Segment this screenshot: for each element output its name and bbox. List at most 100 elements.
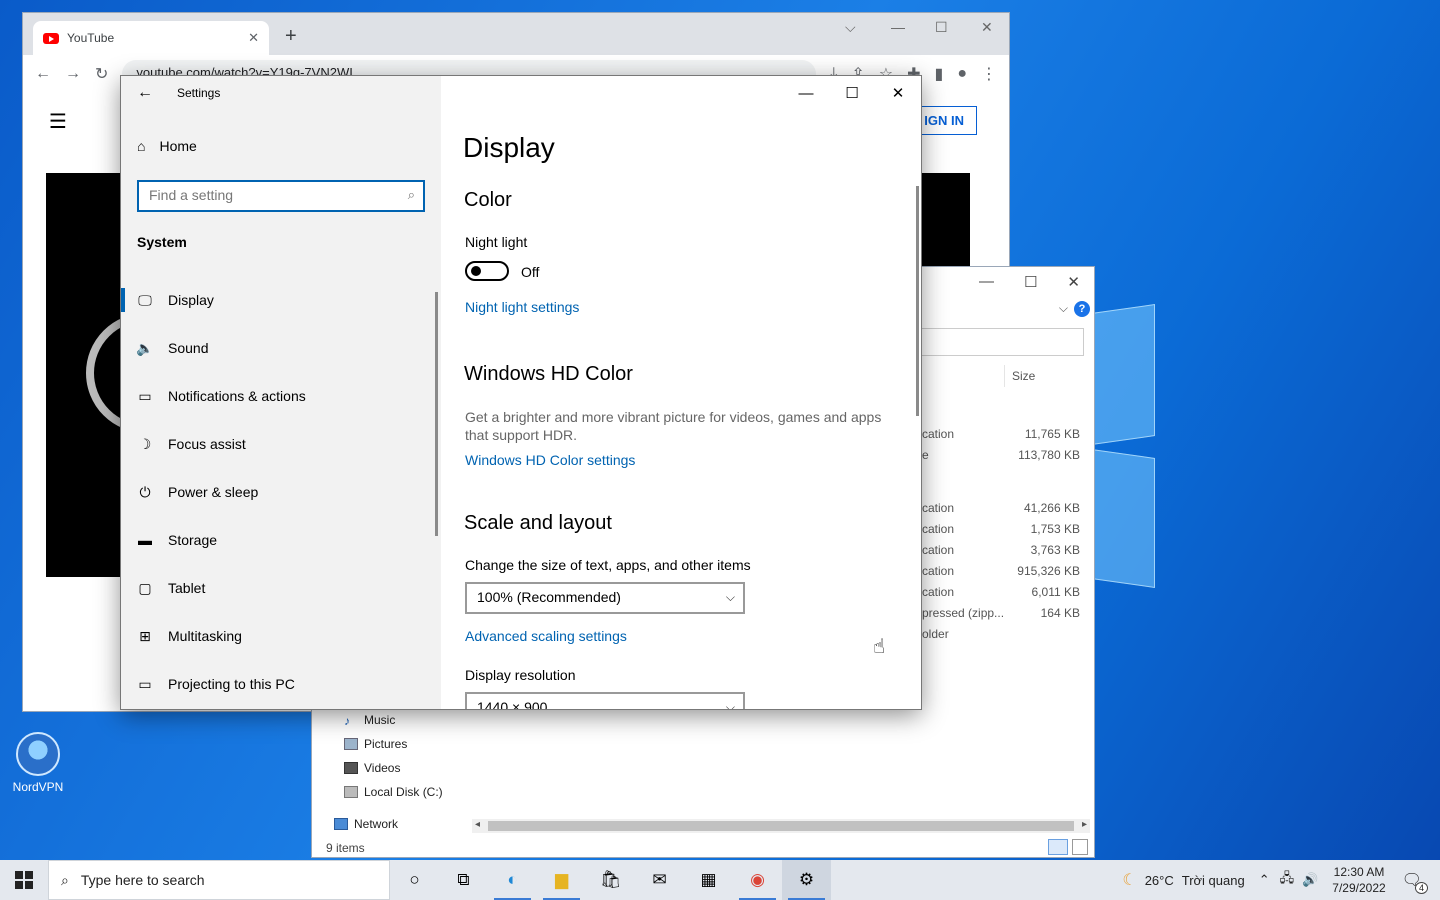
nav-item-music[interactable]: ♪ Music xyxy=(344,713,395,728)
new-tab-button[interactable]: + xyxy=(285,25,297,48)
ribbon-expand-chevron-icon[interactable]: ⌵ xyxy=(1059,301,1068,316)
moon-icon: ☽ xyxy=(138,435,152,452)
chrome-minimize-icon[interactable]: — xyxy=(891,19,905,35)
chrome-icon[interactable]: ◉ xyxy=(733,860,782,900)
scale-layout-header: Scale and layout xyxy=(464,512,612,534)
hd-color-description: Get a brighter and more vibrant picture … xyxy=(465,409,882,443)
chrome-close-icon[interactable]: ✕ xyxy=(981,19,993,36)
sidebar-item-focus-assist[interactable]: ☽ Focus assist xyxy=(121,420,441,468)
resolution-label: Display resolution xyxy=(465,667,576,683)
nav-home[interactable]: ⌂ Home xyxy=(137,138,197,154)
chrome-menu-icon[interactable]: ⋮ xyxy=(981,64,997,84)
clock[interactable]: 12:30 AM 7/29/2022 xyxy=(1332,864,1385,896)
find-setting-input[interactable]: Find a setting ⌕ xyxy=(137,180,425,212)
videos-icon xyxy=(344,762,358,774)
explorer-search-input[interactable] xyxy=(912,328,1084,356)
weather-moon-icon[interactable]: ☾ xyxy=(1122,870,1136,890)
profile-icon[interactable]: ● xyxy=(957,65,967,83)
reload-icon[interactable]: ↻ xyxy=(95,64,108,84)
sidebar-item-storage[interactable]: ▬ Storage xyxy=(121,516,441,564)
store-icon[interactable]: 🛍 xyxy=(586,860,635,900)
scale-dropdown[interactable]: 100% (Recommended) ⌵ xyxy=(465,582,745,614)
mail-icon[interactable]: ✉ xyxy=(635,860,684,900)
explorer-maximize-icon[interactable]: ☐ xyxy=(1024,273,1037,291)
back-arrow-icon[interactable]: ← xyxy=(137,84,153,102)
settings-gear-icon[interactable]: ⚙ xyxy=(782,860,831,900)
sidebar-item-multitasking[interactable]: ⊞ Multitasking xyxy=(121,612,441,660)
sidebar-item-power-sleep[interactable]: ⏻ Power & sleep xyxy=(121,468,441,516)
nav-item-local-disk[interactable]: Local Disk (C:) xyxy=(344,785,443,799)
network-icon xyxy=(334,818,348,830)
sidebar-item-tablet[interactable]: ▢ Tablet xyxy=(121,564,441,612)
sidepanel-icon[interactable]: ▮ xyxy=(935,64,944,84)
resolution-dropdown[interactable]: 1440 × 900 ⌵ xyxy=(465,692,745,709)
weather-text[interactable]: Trời quang xyxy=(1182,873,1245,888)
settings-nav-list: 🖵 Display 🔈 Sound ▭ Notifications & acti… xyxy=(121,276,441,708)
horizontal-scrollbar[interactable]: ◂ ▸ xyxy=(472,819,1090,833)
sidebar-item-display[interactable]: 🖵 Display xyxy=(121,276,441,324)
file-explorer-icon[interactable]: ▆ xyxy=(537,860,586,900)
hamburger-menu-icon[interactable]: ☰ xyxy=(49,109,67,134)
local-disk-icon xyxy=(344,786,358,798)
tab-search-chevron-icon[interactable]: ⌵ xyxy=(845,19,856,36)
scale-label: Change the size of text, apps, and other… xyxy=(465,557,751,573)
clock-date: 7/29/2022 xyxy=(1332,881,1386,895)
settings-maximize-icon[interactable]: ☐ xyxy=(829,76,875,110)
night-light-settings-link[interactable]: Night light settings xyxy=(465,299,579,315)
explorer-close-icon[interactable]: ✕ xyxy=(1067,273,1080,291)
home-icon: ⌂ xyxy=(137,138,146,154)
settings-close-icon[interactable]: ✕ xyxy=(875,76,921,110)
nav-item-pictures[interactable]: Pictures xyxy=(344,737,407,751)
large-icons-view-icon[interactable] xyxy=(1072,839,1088,855)
window-title: Settings xyxy=(177,86,221,100)
weather-temp[interactable]: 26°C xyxy=(1145,873,1174,888)
start-button[interactable] xyxy=(0,860,48,900)
notification-center-icon[interactable]: 🗨 4 xyxy=(1402,870,1428,894)
monitor-icon: 🖵 xyxy=(138,291,152,308)
tab-close-icon[interactable]: ✕ xyxy=(248,30,259,46)
details-view-icon[interactable] xyxy=(1048,839,1068,855)
sidebar-item-notifications[interactable]: ▭ Notifications & actions xyxy=(121,372,441,420)
nav-item-network[interactable]: Network xyxy=(334,817,398,831)
settings-content: — ☐ ✕ Display Color Night light Off Nigh… xyxy=(441,76,921,709)
back-arrow-icon[interactable]: ← xyxy=(35,65,51,83)
task-view-icon[interactable]: ⧉ xyxy=(439,860,488,900)
search-icon: ⌕ xyxy=(407,187,415,202)
pictures-icon xyxy=(344,738,358,750)
power-icon: ⏻ xyxy=(139,483,151,500)
sidebar-item-sound[interactable]: 🔈 Sound xyxy=(121,324,441,372)
night-light-toggle[interactable] xyxy=(465,261,509,281)
sign-in-button[interactable]: IGN IN xyxy=(911,106,977,135)
desktop-icon-nordvpn[interactable]: NordVPN xyxy=(8,732,68,794)
sidebar-item-projecting[interactable]: ▭ Projecting to this PC xyxy=(121,660,441,708)
nav-item-videos[interactable]: Videos xyxy=(344,761,400,775)
edge-icon[interactable]: ◐ xyxy=(488,860,537,900)
desktop-icon-label: NordVPN xyxy=(12,780,64,794)
hd-color-settings-link[interactable]: Windows HD Color settings xyxy=(465,452,635,468)
hd-color-header: Windows HD Color xyxy=(464,363,633,385)
app-icon[interactable]: ▦ xyxy=(684,860,733,900)
network-icon[interactable]: 🖧 xyxy=(1280,869,1295,891)
chrome-tab-youtube[interactable]: YouTube ✕ xyxy=(33,21,269,55)
advanced-scaling-link[interactable]: Advanced scaling settings xyxy=(465,628,627,644)
volume-icon[interactable]: 🔊 xyxy=(1302,872,1318,888)
settings-minimize-icon[interactable]: — xyxy=(783,76,829,110)
explorer-minimize-icon[interactable]: — xyxy=(979,273,994,291)
tab-title: YouTube xyxy=(67,31,115,45)
cortana-icon[interactable]: ○ xyxy=(390,860,439,900)
scroll-right-arrow-icon[interactable]: ▸ xyxy=(1082,819,1087,830)
scrollbar-thumb[interactable] xyxy=(488,821,1074,831)
settings-window[interactable]: ← Settings ⌂ Home Find a setting ⌕ Syste… xyxy=(121,76,921,709)
forward-arrow-icon[interactable]: → xyxy=(65,65,81,83)
tray-chevron-up-icon[interactable]: ⌃ xyxy=(1259,872,1270,888)
column-separator xyxy=(1004,365,1005,387)
windows-logo-icon xyxy=(15,871,33,889)
chrome-maximize-icon[interactable]: ☐ xyxy=(935,19,948,36)
column-header-size[interactable]: Size xyxy=(1012,369,1035,383)
sidebar-scrollbar[interactable] xyxy=(435,292,438,536)
content-scrollbar[interactable] xyxy=(916,186,919,416)
taskbar-search-input[interactable]: ⌕ Type here to search xyxy=(48,860,390,900)
help-icon[interactable]: ? xyxy=(1074,301,1090,317)
night-light-state: Off xyxy=(521,264,540,280)
scroll-left-arrow-icon[interactable]: ◂ xyxy=(475,819,480,830)
